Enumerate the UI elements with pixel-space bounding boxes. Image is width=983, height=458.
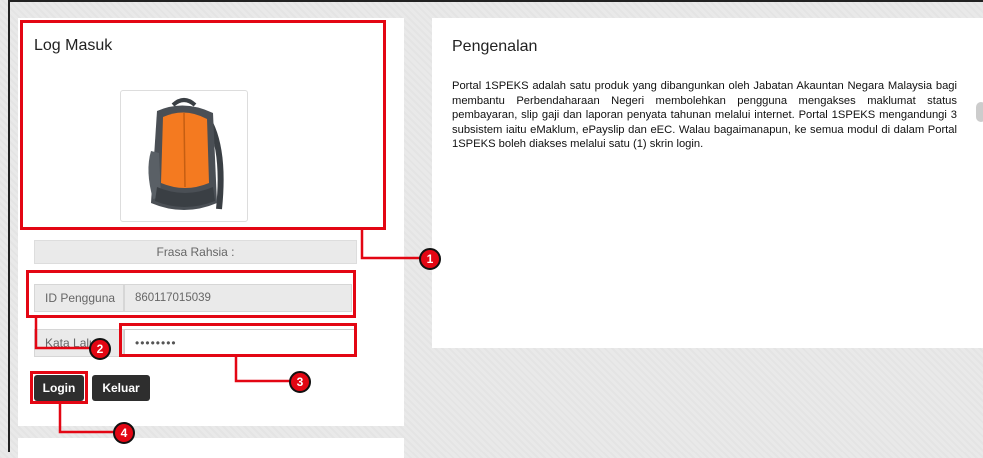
callout-leader-lines <box>34 230 420 434</box>
callout-badge-2: 2 <box>89 338 111 360</box>
callout-badge-1: 1 <box>419 248 441 270</box>
callout-badge-3: 3 <box>289 371 311 393</box>
callout-badge-4: 4 <box>113 422 135 444</box>
